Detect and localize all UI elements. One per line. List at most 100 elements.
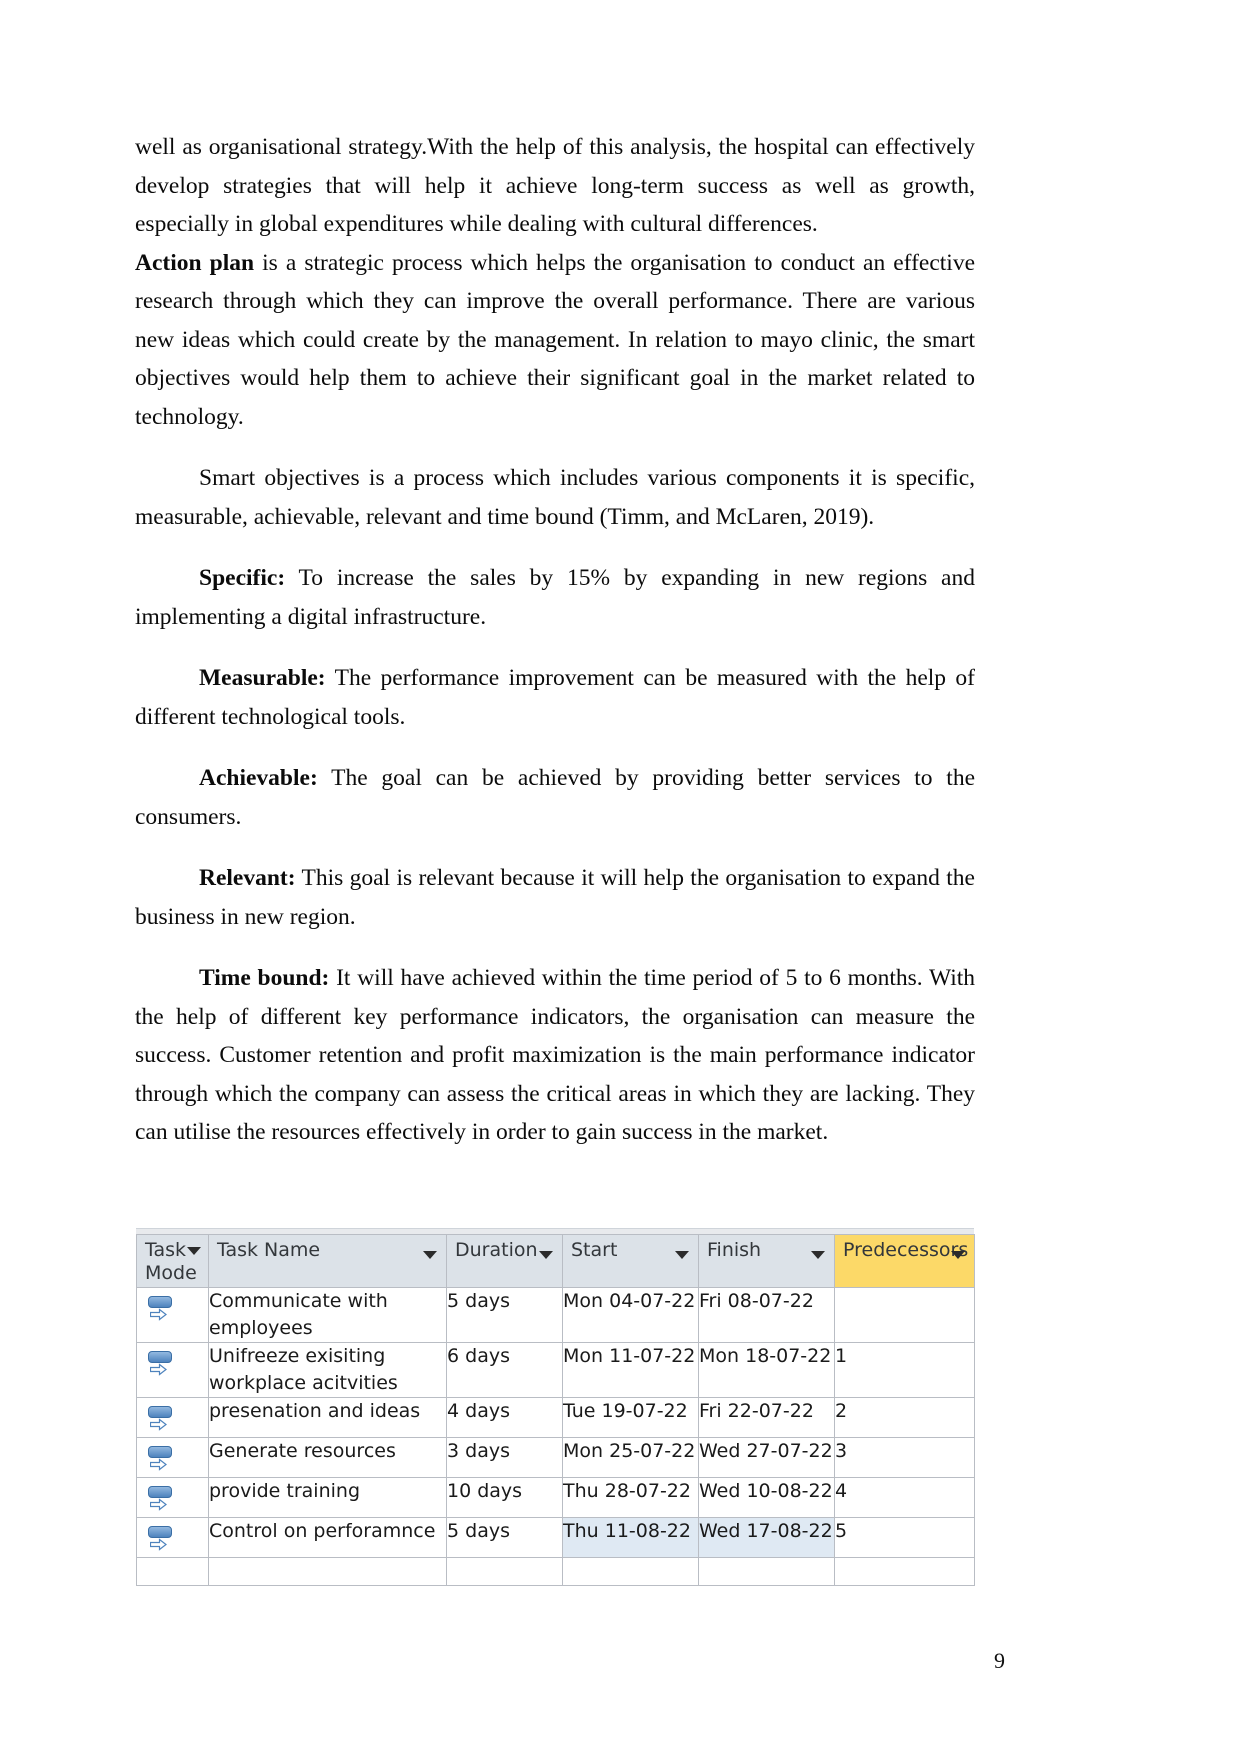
cell-finish[interactable]: Mon 18-07-22 [698,1342,835,1398]
paragraph-measurable: Measurable: The performance improvement … [135,659,975,736]
task-mode-bar-icon [148,1406,172,1418]
cell-predecessors[interactable] [834,1287,975,1343]
cell-start[interactable]: Thu 28-07-22 [562,1477,699,1518]
cell-predecessors[interactable]: 2 [834,1397,975,1438]
cell-task-name[interactable]: provide training [208,1477,447,1518]
cell-finish[interactable]: Fri 08-07-22 [698,1287,835,1343]
cell-finish[interactable]: Fri 22-07-22 [698,1397,835,1438]
cell-finish[interactable]: Wed 27-07-22 [698,1437,835,1478]
cell-task-mode[interactable] [136,1287,209,1343]
cell-task-name[interactable]: Communicate with employees [208,1287,447,1343]
cell-start[interactable]: Mon 25-07-22 [562,1437,699,1478]
column-header-task-mode[interactable]: Task Mode [136,1234,209,1288]
task-mode-bar-icon [148,1296,172,1308]
table-body: Communicate with employees 5 days Mon 04-0… [136,1287,975,1586]
paragraph-smart-objectives: Smart objectives is a process which incl… [135,459,975,536]
table-row[interactable]: Generate resources 3 days Mon 25-07-22 Wed … [136,1437,975,1478]
manually-scheduled-icon[interactable] [145,1523,179,1557]
cell-task-mode[interactable] [136,1437,209,1478]
cell-duration[interactable]: 4 days [446,1397,563,1438]
cell-empty[interactable] [446,1557,563,1586]
text-run: Time bound: [199,965,330,991]
task-mode-bar-icon [148,1446,172,1458]
column-header-predecessors-label: Predecessors [843,1239,969,1261]
filter-dropdown-icon[interactable] [539,1251,553,1259]
cell-predecessors[interactable]: 4 [834,1477,975,1518]
cell-predecessors[interactable]: 5 [834,1517,975,1558]
cell-start[interactable]: Mon 04-07-22 [562,1287,699,1343]
manually-scheduled-icon[interactable] [145,1293,179,1327]
project-task-table: Task Mode Task Name Duration Start Finis… [136,1234,975,1586]
cell-duration[interactable]: 6 days [446,1342,563,1398]
manually-scheduled-icon[interactable] [145,1403,179,1437]
text-run: is a strategic process which helps the o… [135,249,976,430]
column-header-start[interactable]: Start [562,1234,699,1288]
cell-empty[interactable] [136,1557,209,1586]
cell-task-mode[interactable] [136,1517,209,1558]
task-mode-bar-icon [148,1351,172,1363]
cell-task-name[interactable]: Unifreeze exisiting workplace acitvities [208,1342,447,1398]
manually-scheduled-icon[interactable] [145,1443,179,1477]
cell-task-name[interactable]: Control on perforamnce [208,1517,447,1558]
cell-duration[interactable]: 5 days [446,1287,563,1343]
paragraph-time-bound: Time bound: It will have achieved within… [135,959,975,1152]
column-header-task-mode-label: Task Mode [145,1239,197,1284]
cell-predecessors[interactable]: 3 [834,1437,975,1478]
document-body: well as organisational strategy.With the… [135,128,975,1152]
cell-task-mode[interactable] [136,1397,209,1438]
cell-task-name[interactable]: presenation and ideas [208,1397,447,1438]
cell-task-mode[interactable] [136,1477,209,1518]
filter-dropdown-icon[interactable] [187,1247,201,1255]
column-header-finish-label: Finish [707,1239,762,1261]
manually-scheduled-icon[interactable] [145,1483,179,1517]
text-run: well as organisational strategy.With the… [135,134,975,237]
table-row[interactable]: provide training 10 days Thu 28-07-22 Wed 1… [136,1477,975,1518]
column-header-predecessors[interactable]: Predecessors [834,1234,975,1288]
paragraph-action-plan: Action plan is a strategic process which… [135,244,975,437]
cell-duration[interactable]: 3 days [446,1437,563,1478]
cell-empty[interactable] [562,1557,699,1586]
column-header-finish[interactable]: Finish [698,1234,835,1288]
filter-dropdown-icon[interactable] [423,1251,437,1259]
text-run: Action plan [135,249,255,276]
column-header-duration[interactable]: Duration [446,1234,563,1288]
text-run: Specific: [199,565,286,591]
cell-start[interactable]: Thu 11-08-22 [562,1517,699,1558]
table-row[interactable]: presenation and ideas 4 days Tue 19-07-22 F… [136,1397,975,1438]
column-header-task-name[interactable]: Task Name [208,1234,447,1288]
paragraph-relevant: Relevant: This goal is relevant because … [135,859,975,936]
text-run: Relevant: [199,865,296,891]
task-mode-arrow-icon [150,1458,167,1471]
task-mode-arrow-icon [150,1363,167,1376]
manually-scheduled-icon[interactable] [145,1348,179,1382]
paragraph-achievable: Achievable: The goal can be achieved by … [135,759,975,836]
column-header-start-label: Start [571,1239,618,1261]
filter-dropdown-icon[interactable] [811,1251,825,1259]
cell-empty[interactable] [834,1557,975,1586]
task-mode-bar-icon [148,1486,172,1498]
task-mode-bar-icon [148,1526,172,1538]
cell-empty[interactable] [698,1557,835,1586]
cell-finish[interactable]: Wed 17-08-22 [698,1517,835,1558]
cell-empty[interactable] [208,1557,447,1586]
cell-task-mode[interactable] [136,1342,209,1398]
paragraph-specific: Specific: To increase the sales by 15% b… [135,559,975,636]
table-row[interactable]: Control on perforamnce 5 days Thu 11-08-22… [136,1517,975,1558]
table-row-empty[interactable] [136,1557,975,1586]
filter-dropdown-icon[interactable] [675,1251,689,1259]
cell-start[interactable]: Tue 19-07-22 [562,1397,699,1438]
cell-predecessors[interactable]: 1 [834,1342,975,1398]
cell-duration[interactable]: 10 days [446,1477,563,1518]
document-page: well as organisational strategy.With the… [0,0,1241,1754]
text-run: Measurable: [199,665,326,691]
table-header-row: Task Mode Task Name Duration Start Finis… [136,1234,975,1288]
cell-finish[interactable]: Wed 10-08-22 [698,1477,835,1518]
cell-task-name[interactable]: Generate resources [208,1437,447,1478]
cell-start[interactable]: Mon 11-07-22 [562,1342,699,1398]
cell-duration[interactable]: 5 days [446,1517,563,1558]
table-row[interactable]: Communicate with employees 5 days Mon 04-0… [136,1287,975,1343]
filter-dropdown-icon[interactable] [951,1251,965,1259]
page-number: 9 [994,1648,1005,1673]
table-row[interactable]: Unifreeze exisiting workplace acitvities… [136,1342,975,1398]
task-mode-arrow-icon [150,1308,167,1321]
